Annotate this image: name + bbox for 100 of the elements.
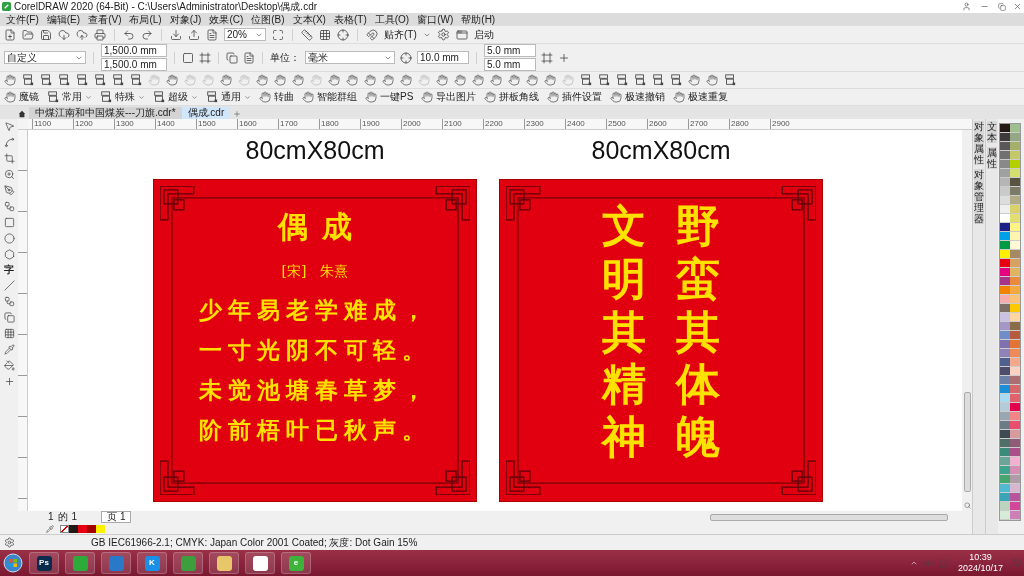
horizontal-scrollbar-thumb[interactable] — [710, 513, 948, 521]
color-swatch[interactable] — [1000, 241, 1010, 250]
color-swatch[interactable] — [1000, 439, 1010, 448]
plugin-button[interactable]: 魔镜 — [19, 92, 39, 102]
caret-icon[interactable] — [138, 93, 145, 101]
stamp-icon[interactable] — [22, 74, 34, 86]
plugin-button[interactable]: 通用 — [221, 92, 241, 102]
color-swatch[interactable] — [1000, 142, 1010, 151]
taskbar-app[interactable]: Ps — [29, 552, 59, 574]
hand-icon[interactable] — [673, 91, 686, 103]
color-swatch[interactable] — [1010, 385, 1020, 394]
color-swatch[interactable] — [1000, 169, 1010, 178]
units-dropdown[interactable]: 毫米 — [305, 51, 395, 64]
vertical-scrollbar-thumb[interactable] — [963, 392, 971, 492]
full-screen-icon[interactable] — [272, 28, 284, 41]
settings-icon[interactable] — [4, 537, 15, 548]
hand-icon[interactable] — [421, 91, 434, 103]
launch-button[interactable]: 启动 — [473, 29, 494, 40]
fill-tool-icon[interactable] — [3, 360, 15, 371]
redo-icon[interactable] — [141, 28, 153, 41]
color-swatch[interactable] — [1000, 124, 1010, 133]
color-swatch[interactable] — [1010, 268, 1020, 277]
color-swatch[interactable] — [1000, 331, 1010, 340]
hand-icon[interactable] — [364, 74, 376, 86]
color-swatch[interactable] — [1000, 493, 1010, 502]
color-swatch[interactable] — [1010, 160, 1020, 169]
color-swatch[interactable] — [1010, 205, 1020, 214]
color-swatch[interactable] — [1000, 475, 1010, 484]
color-swatch[interactable] — [1010, 196, 1020, 205]
new-document-icon[interactable] — [4, 28, 16, 41]
color-swatch[interactable] — [1000, 448, 1010, 457]
color-swatch[interactable] — [1010, 250, 1020, 259]
add-tab-icon[interactable] — [233, 110, 242, 118]
color-swatch[interactable] — [1010, 304, 1020, 313]
home-icon[interactable] — [18, 110, 26, 118]
zoom-field[interactable]: 20% — [224, 28, 266, 41]
color-swatch[interactable] — [1010, 439, 1020, 448]
hand-icon[interactable] — [547, 91, 560, 103]
menu-item[interactable]: 编辑(E) — [46, 14, 81, 25]
eyedropper-icon[interactable] — [46, 524, 54, 533]
color-swatch[interactable] — [1000, 358, 1010, 367]
document-tab[interactable]: 中煤江南和中国煤炭---刀旗.cdr* — [29, 107, 182, 119]
docker-tab[interactable]: 属性 — [987, 147, 997, 169]
plugin-button[interactable]: 转曲 — [274, 92, 294, 102]
cloud-upload-icon[interactable] — [76, 28, 88, 41]
color-swatch[interactable] — [1000, 160, 1010, 169]
color-swatch[interactable] — [1000, 286, 1010, 295]
rectangle-tool-icon[interactable] — [3, 217, 15, 228]
color-swatch[interactable] — [1000, 178, 1010, 187]
menu-item[interactable]: 帮助(H) — [461, 14, 496, 25]
color-swatch[interactable] — [1010, 313, 1020, 322]
color-swatch[interactable] — [1000, 430, 1010, 439]
menu-item[interactable]: 效果(C) — [209, 14, 244, 25]
plugin-button[interactable]: 极速撤销 — [625, 92, 666, 102]
add-icon[interactable] — [558, 51, 570, 64]
snap-icon[interactable] — [366, 28, 378, 41]
hand-icon[interactable] — [544, 74, 556, 86]
page-width-field[interactable]: 1,500.0 mm — [101, 44, 167, 57]
color-swatch[interactable] — [1000, 151, 1010, 160]
menu-item[interactable]: 表格(T) — [333, 14, 367, 25]
menu-item[interactable]: 布局(L) — [129, 14, 162, 25]
open-icon[interactable] — [22, 28, 34, 41]
color-swatch[interactable] — [1010, 421, 1020, 430]
color-swatch[interactable] — [1000, 421, 1010, 430]
color-swatch[interactable] — [1010, 151, 1020, 160]
color-swatch[interactable] — [96, 524, 105, 533]
hand-icon[interactable] — [302, 91, 314, 103]
menu-item[interactable]: 查看(V) — [88, 14, 122, 25]
color-swatch[interactable] — [1000, 232, 1010, 241]
all-pages-icon[interactable] — [226, 51, 238, 64]
hand-icon[interactable] — [484, 91, 497, 103]
color-swatch[interactable] — [1000, 259, 1010, 268]
nudge-icon[interactable] — [400, 51, 412, 64]
color-swatch[interactable] — [1000, 394, 1010, 403]
color-swatch[interactable] — [1010, 475, 1020, 484]
hand-icon[interactable] — [292, 74, 304, 86]
transparency-tool-icon[interactable] — [3, 328, 15, 339]
color-swatch[interactable] — [1010, 187, 1020, 196]
plugin-button[interactable]: 一键PS — [380, 92, 414, 102]
color-swatch[interactable] — [1010, 484, 1020, 493]
stamp-icon[interactable] — [616, 74, 628, 86]
color-swatch[interactable] — [1000, 466, 1010, 475]
page-height-field[interactable]: 1,500.0 mm — [101, 58, 167, 71]
color-swatch[interactable] — [87, 524, 96, 533]
color-swatch[interactable] — [1010, 142, 1020, 151]
import-icon[interactable] — [170, 28, 182, 41]
menu-item[interactable]: 文件(F) — [6, 14, 39, 25]
hand-icon[interactable] — [4, 74, 16, 86]
docker-tab[interactable]: 文本 — [987, 121, 997, 143]
color-swatch[interactable] — [1000, 484, 1010, 493]
plugin-button[interactable]: 拼板角线 — [499, 92, 540, 102]
nudge-field[interactable]: 10.0 mm — [417, 51, 469, 64]
account-icon[interactable] — [962, 2, 971, 11]
stamp-icon[interactable] — [94, 74, 106, 86]
color-swatch[interactable] — [1000, 349, 1010, 358]
color-swatch[interactable] — [1010, 286, 1020, 295]
pdf-icon[interactable] — [206, 28, 218, 41]
color-swatch[interactable] — [1010, 466, 1020, 475]
start-button-icon[interactable] — [3, 553, 23, 573]
color-swatch[interactable] — [1000, 295, 1010, 304]
